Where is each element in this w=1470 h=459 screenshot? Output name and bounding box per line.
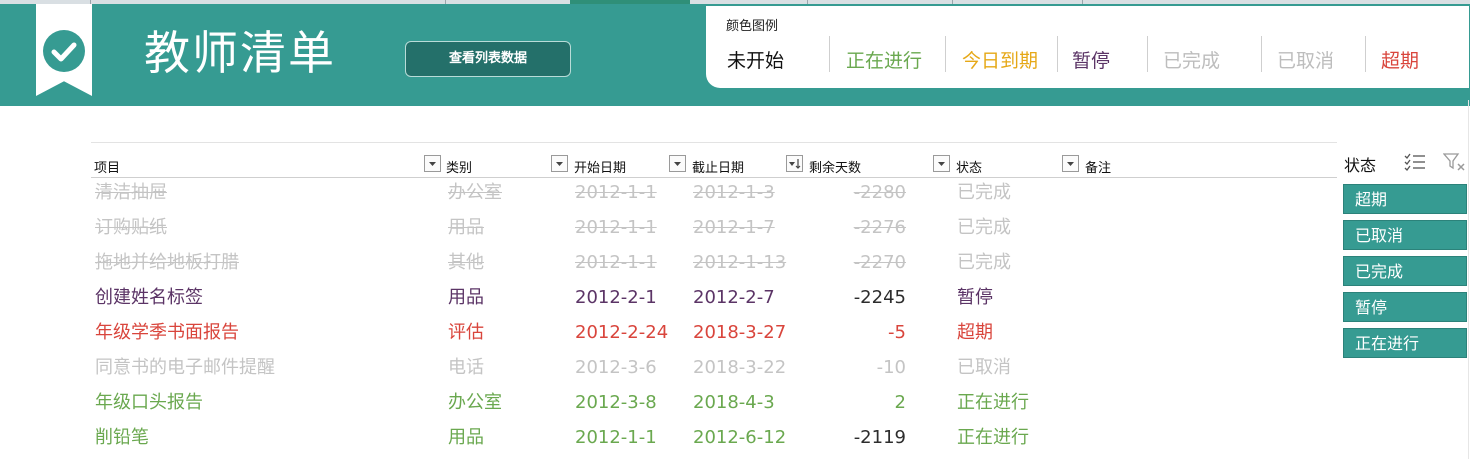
cell-start-date[interactable]: 2012-1-1 — [575, 426, 657, 450]
cell-item[interactable]: 年级学季书面报告 — [95, 321, 239, 345]
cell-start-date[interactable]: 2012-3-6 — [575, 356, 657, 380]
cell-due-date[interactable]: 2018-3-27 — [693, 321, 786, 345]
filter-dropdown-icon[interactable] — [424, 155, 441, 172]
cell-category[interactable]: 用品 — [448, 216, 484, 240]
legend-separator — [1365, 36, 1366, 72]
cell-days-remaining[interactable]: 2 — [822, 391, 906, 415]
sheet-edge — [1468, 100, 1469, 459]
cell-status[interactable]: 正在进行 — [957, 391, 1029, 415]
cell-start-date[interactable]: 2012-1-1 — [575, 216, 657, 240]
cell-start-date[interactable]: 2012-2-1 — [575, 286, 657, 310]
cell-due-date[interactable]: 2012-1-3 — [693, 181, 775, 205]
legend-item-due-today: 今日到期 — [962, 50, 1039, 72]
legend-separator — [829, 36, 830, 72]
cell-days-remaining[interactable]: -2245 — [822, 286, 906, 310]
cell-item[interactable]: 拖地并给地板打腊 — [95, 251, 239, 275]
cell-due-date[interactable]: 2012-6-12 — [693, 426, 786, 450]
cell-category[interactable]: 办公室 — [448, 181, 502, 205]
cell-category[interactable]: 办公室 — [448, 391, 502, 415]
cell-category[interactable]: 用品 — [448, 426, 484, 450]
column-header-category: 类别 — [446, 161, 473, 176]
cell-item[interactable]: 削铅笔 — [95, 426, 149, 450]
cell-start-date[interactable]: 2012-1-1 — [575, 251, 657, 275]
cell-start-date[interactable]: 2012-1-1 — [575, 181, 657, 205]
slicer-item-paused[interactable]: 暂停 — [1343, 292, 1467, 322]
filter-dropdown-icon[interactable] — [551, 155, 568, 172]
filter-dropdown-icon[interactable] — [933, 155, 950, 172]
legend-item-not-started: 未开始 — [727, 50, 785, 72]
legend-title: 颜色图例 — [726, 19, 779, 34]
cell-status[interactable]: 已取消 — [957, 356, 1011, 380]
legend-separator — [1147, 36, 1148, 72]
cell-status[interactable]: 已完成 — [957, 251, 1011, 275]
slicer-item-completed[interactable]: 已完成 — [1343, 256, 1467, 286]
cell-item[interactable]: 创建姓名标签 — [95, 286, 203, 310]
cell-category[interactable]: 其他 — [448, 251, 484, 275]
cell-item[interactable]: 清洁抽屉 — [95, 181, 167, 205]
legend-separator — [1057, 36, 1058, 72]
cell-status[interactable]: 暂停 — [957, 286, 993, 310]
slicer-item-overdue[interactable]: 超期 — [1343, 184, 1467, 214]
cell-days-remaining[interactable]: -5 — [822, 321, 906, 345]
cell-item[interactable]: 年级口头报告 — [95, 391, 203, 415]
cell-days-remaining[interactable]: -2280 — [822, 181, 906, 205]
cell-category[interactable]: 用品 — [448, 286, 484, 310]
page-title: 教师清单 — [144, 26, 336, 80]
slicer-item-cancelled[interactable]: 已取消 — [1343, 220, 1467, 250]
cell-days-remaining[interactable]: -2270 — [822, 251, 906, 275]
column-header-start-date: 开始日期 — [574, 161, 627, 176]
cell-due-date[interactable]: 2012-1-13 — [693, 251, 786, 275]
cell-status[interactable]: 超期 — [957, 321, 993, 345]
cell-item[interactable]: 订购贴纸 — [95, 216, 167, 240]
cell-days-remaining[interactable]: -10 — [822, 356, 906, 380]
column-header-notes: 备注 — [1085, 161, 1112, 176]
legend-item-completed: 已完成 — [1163, 50, 1221, 72]
cell-days-remaining[interactable]: -2119 — [822, 426, 906, 450]
sort-dropdown-icon[interactable] — [786, 155, 803, 172]
multi-select-icon[interactable] — [1404, 152, 1426, 176]
legend-item-in-progress: 正在进行 — [846, 50, 923, 72]
filter-dropdown-icon[interactable] — [1062, 155, 1079, 172]
filter-dropdown-icon[interactable] — [669, 155, 686, 172]
cell-status[interactable]: 已完成 — [957, 181, 1011, 205]
cell-category[interactable]: 电话 — [448, 356, 484, 380]
checkmark-icon — [43, 30, 85, 72]
cell-due-date[interactable]: 2018-4-3 — [693, 391, 775, 415]
cell-days-remaining[interactable]: -2276 — [822, 216, 906, 240]
cell-category[interactable]: 评估 — [448, 321, 484, 345]
cell-due-date[interactable]: 2018-3-22 — [693, 356, 786, 380]
legend-item-paused: 暂停 — [1072, 50, 1111, 72]
cell-start-date[interactable]: 2012-2-24 — [575, 321, 668, 345]
legend-item-cancelled: 已取消 — [1277, 50, 1335, 72]
slicer-title: 状态 — [1344, 156, 1377, 175]
cell-due-date[interactable]: 2012-1-7 — [693, 216, 775, 240]
column-header-days-remaining: 剩余天数 — [809, 161, 862, 176]
cell-status[interactable]: 已完成 — [957, 216, 1011, 240]
column-header-status: 状态 — [956, 161, 983, 176]
legend-separator — [1261, 36, 1262, 72]
legend-separator — [945, 36, 946, 72]
cell-item[interactable]: 同意书的电子邮件提醒 — [95, 356, 275, 380]
cell-status[interactable]: 正在进行 — [957, 426, 1029, 450]
cell-due-date[interactable]: 2012-2-7 — [693, 286, 775, 310]
legend-item-overdue: 超期 — [1381, 50, 1420, 72]
view-list-data-button[interactable]: 查看列表数据 — [405, 41, 571, 77]
column-header-due-date: 截止日期 — [692, 161, 745, 176]
cell-start-date[interactable]: 2012-3-8 — [575, 391, 657, 415]
column-header-item: 项目 — [94, 161, 121, 176]
slicer-item-in-progress[interactable]: 正在进行 — [1343, 328, 1467, 358]
clear-filter-icon[interactable] — [1442, 152, 1467, 176]
